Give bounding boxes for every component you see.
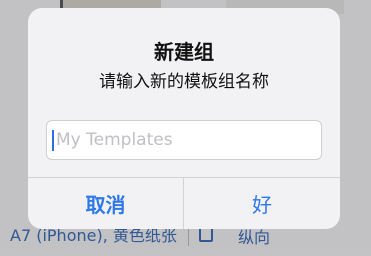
text-caret (52, 130, 54, 151)
group-name-field[interactable] (46, 120, 322, 160)
group-name-input[interactable] (56, 121, 316, 159)
cancel-button[interactable]: 取消 (28, 178, 183, 229)
alert-message: 请输入新的模板组名称 (99, 72, 269, 92)
alert-title: 新建组 (154, 40, 214, 64)
ok-button[interactable]: 好 (184, 178, 340, 229)
new-group-alert: 新建组 请输入新的模板组名称 取消 好 (28, 8, 340, 229)
